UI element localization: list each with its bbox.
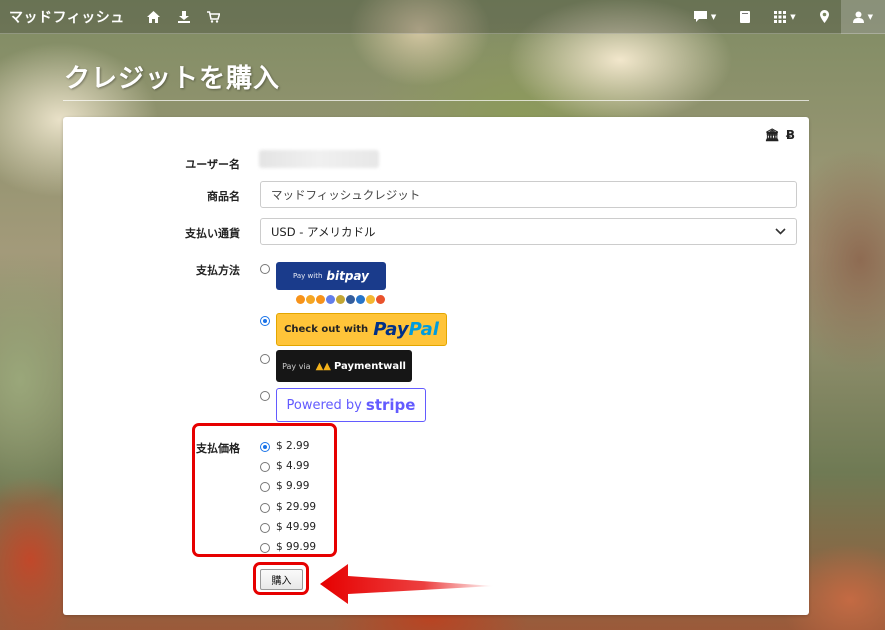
stripe-name: stripe: [365, 396, 416, 414]
user-icon[interactable]: ▼: [840, 0, 885, 34]
payment-radio-bitpay[interactable]: [260, 264, 270, 274]
top-navbar: マッドフィッシュ ▼ ▼ ▼: [0, 0, 885, 34]
paypal-name-part2: Pal: [408, 319, 439, 340]
username-value-blurred: [259, 150, 379, 168]
payment-method-label: 支払方法: [196, 264, 240, 277]
map-marker-icon[interactable]: [808, 0, 841, 34]
book-icon[interactable]: [728, 0, 762, 34]
chat-icon[interactable]: ▼: [682, 0, 728, 34]
red-arrow-annotation: [320, 564, 494, 604]
grid-icon[interactable]: ▼: [762, 0, 807, 34]
cart-icon[interactable]: [199, 0, 229, 34]
paymentwall-logo-icon: ▲▲: [315, 360, 331, 372]
paypal-name-part1: Pay: [373, 319, 409, 340]
username-label: ユーザー名: [185, 158, 240, 171]
page-title: クレジットを購入: [64, 64, 281, 94]
currency-select[interactable]: USD - アメリカドル: [260, 218, 797, 245]
purchase-form-card: 🏛 Ƀ ユーザー名 商品名 マッドフィッシュクレジット 支払い通貨 USD - …: [63, 117, 809, 615]
payment-radio-paymentwall[interactable]: [260, 354, 270, 364]
paypal-prefix: Check out with: [284, 324, 369, 335]
chevron-down-icon: ▼: [710, 12, 717, 21]
crypto-coins-icon: [296, 295, 385, 304]
product-field-value: マッドフィッシュクレジット: [271, 187, 421, 202]
title-divider: [63, 100, 809, 101]
paypal-button[interactable]: Check out with Pay Pal: [276, 313, 447, 346]
chevron-down-icon: ▼: [790, 12, 796, 21]
payment-radio-stripe[interactable]: [260, 391, 270, 401]
brand-logo[interactable]: マッドフィッシュ: [0, 7, 139, 27]
price-highlight-box: [192, 423, 337, 557]
product-label: 商品名: [207, 190, 240, 203]
home-icon[interactable]: [139, 0, 169, 34]
paymentwall-name: Paymentwall: [333, 360, 406, 372]
payment-type-icons: 🏛 Ƀ: [765, 128, 795, 142]
stripe-prefix: Powered by: [286, 397, 362, 413]
stripe-button[interactable]: Powered by stripe: [276, 388, 426, 422]
buy-highlight-box: [253, 562, 309, 595]
product-field[interactable]: マッドフィッシュクレジット: [260, 181, 797, 208]
chevron-down-icon: [775, 225, 786, 238]
bitpay-button[interactable]: Pay with bitpay: [276, 262, 386, 290]
bank-icon[interactable]: 🏛: [765, 128, 780, 142]
bitpay-prefix: Pay with: [292, 272, 323, 280]
currency-select-value: USD - アメリカドル: [271, 224, 376, 239]
payment-radio-paypal[interactable]: [260, 316, 270, 326]
download-icon[interactable]: [169, 0, 199, 34]
bitcoin-icon[interactable]: Ƀ: [786, 128, 795, 142]
paymentwall-button[interactable]: Pay via ▲▲ Paymentwall: [276, 350, 412, 382]
paymentwall-prefix: Pay via: [282, 361, 311, 371]
bitpay-name: bitpay: [326, 269, 369, 283]
chevron-down-icon: ▼: [867, 12, 873, 21]
currency-label: 支払い通貨: [185, 227, 240, 240]
